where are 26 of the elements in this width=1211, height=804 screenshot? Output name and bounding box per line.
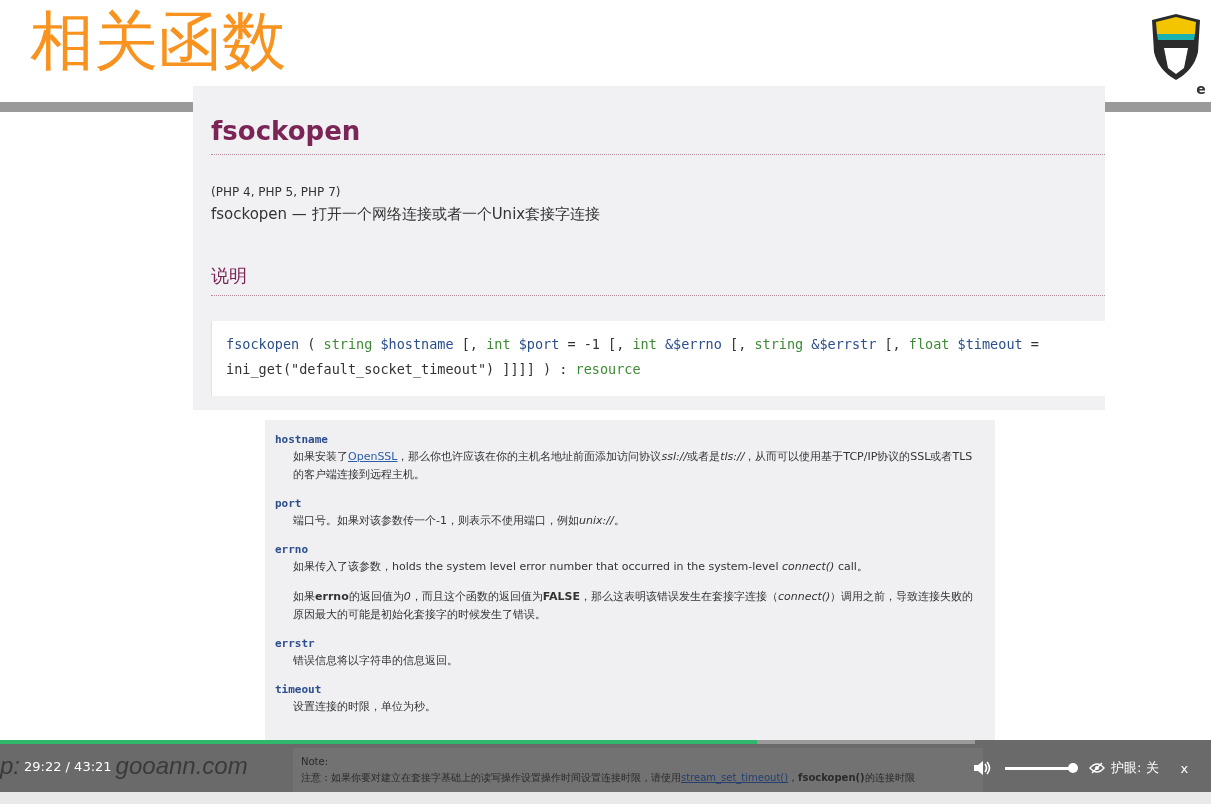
parameter-name: errstr: [275, 636, 316, 652]
parameter-description: 如果传入了该参数，holds the system level error number that occurred in the system-level connect() call。: [292, 559, 869, 575]
volume-icon[interactable]: [973, 760, 991, 776]
time-label: 29:22 / 43:21: [24, 758, 112, 774]
php-versions: (PHP 4, PHP 5, PHP 7): [211, 185, 342, 200]
note-title: Note:: [301, 756, 330, 767]
slide-title: 相关函数: [30, 10, 286, 74]
parameter-name: port: [275, 496, 303, 512]
function-signature: fsockopen ( string $hostname [, int $port = -1 [, int &$errno [, string &$errstr [, float $timeout = ini_get("default_socket_timeout") ]]]] ) : resource: [211, 321, 1105, 397]
eye-slash-icon[interactable]: [1089, 762, 1105, 774]
openssl-link[interactable]: OpenSSL: [348, 450, 398, 463]
section-title: 说明: [211, 264, 248, 289]
parameter-name: timeout: [275, 682, 323, 698]
parameter-description: 端口号。如果对该参数传一个-1，则表示不使用端口，例如unix://。: [292, 513, 626, 529]
parameter-name: errno: [275, 542, 310, 558]
parameter-description: 设置连接的时限，单位为秒。: [292, 699, 437, 715]
function-title: fsockopen: [211, 116, 362, 148]
parameter-description: 错误信息将以字符串的信息返回。: [292, 653, 459, 669]
logo-text: e: [1196, 82, 1206, 96]
parameter-description: 如果errno的返回值为0，而且这个函数的返回值为FALSE，那么这表明该错误发生在套接字连接（connect()）调用之前，导致连接失败的原因最大的可能是初始化套接字的时候发生了错误。: [292, 589, 975, 623]
progress-track[interactable]: [0, 740, 975, 744]
parameter-description: 如果安装了OpenSSL，那么你也许应该在你的主机名地址前面添加访问协议ssl://或者是tls://，从而可以使用基于TCP/IP协议的SSL或者TLS的客户端连接到远程主机。: [292, 449, 974, 483]
speed-button[interactable]: x: [1180, 760, 1189, 776]
parameter-name: hostname: [275, 432, 329, 448]
function-summary: fsockopen — 打开一个网络连接或者一个Unix套接字连接: [211, 205, 602, 225]
eye-care-toggle[interactable]: 护眼: 关: [1111, 759, 1159, 777]
